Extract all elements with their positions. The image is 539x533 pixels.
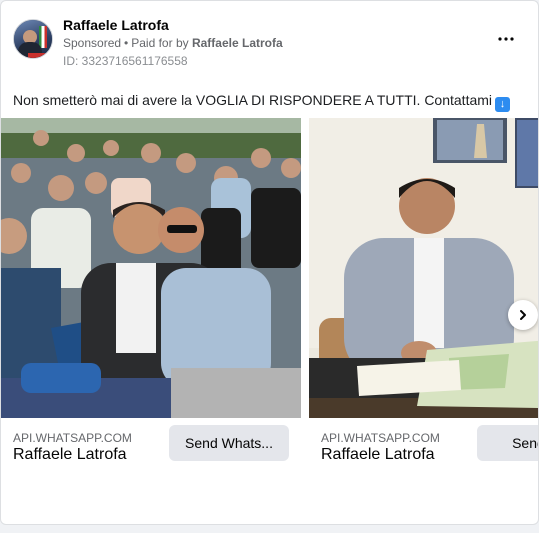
carousel-image-2[interactable] [309, 118, 538, 418]
chevron-right-icon [520, 310, 526, 320]
carousel: API.WHATSAPP.COM Raffaele Latrofa Send W… [1, 118, 538, 473]
send-whatsapp-button[interactable]: Send Whats... [169, 425, 289, 461]
card-domain: API.WHATSAPP.COM [321, 431, 440, 445]
ad-card: Raffaele Latrofa Sponsored • Paid for by R… [0, 0, 539, 525]
more-options-icon[interactable] [494, 27, 518, 51]
send-whatsapp-button[interactable]: Send W [477, 425, 538, 461]
card-domain: API.WHATSAPP.COM [13, 431, 132, 445]
payer-name: Raffaele Latrofa [191, 36, 283, 50]
advertiser-avatar[interactable] [13, 19, 53, 59]
ad-id: ID: 3323716561176558 [63, 54, 188, 68]
paid-for-label: Paid for by [131, 36, 189, 50]
carousel-card-1[interactable]: API.WHATSAPP.COM Raffaele Latrofa Send W… [1, 118, 301, 473]
carousel-image-1[interactable] [1, 118, 301, 418]
carousel-card-footer: API.WHATSAPP.COM Raffaele Latrofa Send W… [1, 418, 301, 473]
sponsored-label: Sponsored [63, 36, 122, 50]
post-header: Raffaele Latrofa Sponsored • Paid for by R… [13, 17, 526, 69]
card-headline[interactable]: Raffaele Latrofa [321, 446, 435, 464]
post-text-content: Non smetterò mai di avere la VOGLIA DI R… [13, 92, 493, 108]
advertiser-name[interactable]: Raffaele Latrofa [63, 17, 169, 33]
post-text: Non smetterò mai di avere la VOGLIA DI R… [13, 92, 511, 112]
carousel-card-2[interactable]: API.WHATSAPP.COM Raffaele Latrofa Send W [309, 118, 538, 473]
sponsored-line: Sponsored • Paid for by Raffaele Latrofa [63, 36, 283, 50]
separator-dot: • [124, 36, 129, 50]
card-headline[interactable]: Raffaele Latrofa [13, 446, 127, 464]
carousel-next-button[interactable] [508, 300, 538, 330]
carousel-card-footer: API.WHATSAPP.COM Raffaele Latrofa Send W [309, 418, 538, 473]
down-arrow-emoji-icon: ↓ [495, 97, 511, 112]
